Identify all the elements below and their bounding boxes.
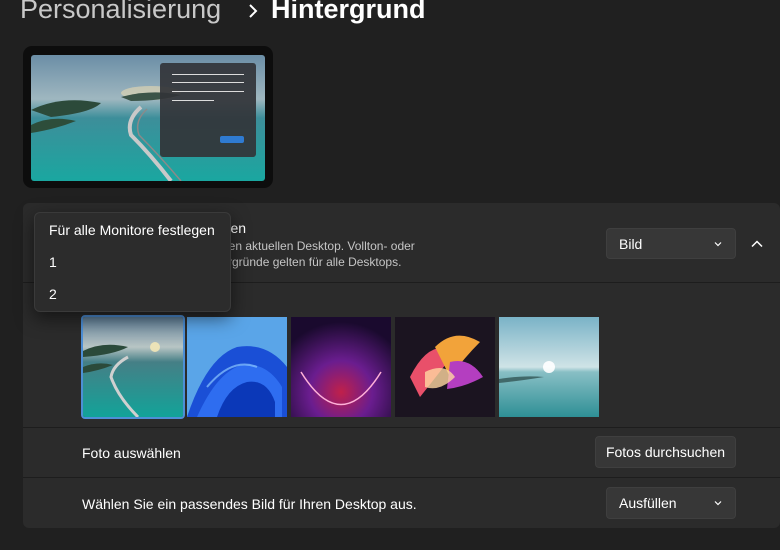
monitor-context-menu: Für alle Monitore festlegen 1 2 — [34, 212, 231, 312]
menu-item-all-monitors[interactable]: Für alle Monitore festlegen — [49, 222, 215, 238]
chevron-down-icon — [714, 501, 722, 506]
chevron-down-icon — [714, 241, 722, 246]
collapse-button[interactable] — [745, 232, 769, 256]
page-title: Hintergrund — [271, 0, 426, 24]
wallpaper-thumbnail-bridge[interactable] — [81, 315, 185, 419]
wallpaper-thumbnail-blue-bloom[interactable] — [187, 317, 287, 417]
wallpaper-thumbnail-purple-glow[interactable] — [291, 317, 391, 417]
background-type-dropdown[interactable]: Bild — [606, 228, 736, 259]
divider — [23, 477, 780, 478]
wallpaper-thumbnail-sea[interactable] — [499, 317, 599, 417]
dropdown-value: Ausfüllen — [619, 495, 677, 511]
fit-dropdown[interactable]: Ausfüllen — [606, 487, 736, 519]
fit-label: Wählen Sie ein passendes Bild für Ihren … — [82, 496, 417, 512]
menu-item-monitor-2[interactable]: 2 — [49, 286, 57, 302]
breadcrumb-parent[interactable]: Personalisierung — [20, 0, 221, 25]
choose-photo-label: Foto auswählen — [82, 445, 181, 461]
preview-line — [172, 100, 214, 101]
chevron-up-icon — [751, 240, 763, 248]
browse-photos-button[interactable]: Fotos durchsuchen — [595, 436, 736, 468]
chevron-right-icon — [249, 4, 258, 18]
preview-line — [172, 74, 244, 75]
dropdown-value: Bild — [619, 235, 643, 252]
divider — [23, 427, 780, 428]
setting-description: hren aktuellen Desktop. Vollton- oder te… — [218, 239, 415, 269]
wallpaper-thumbnail-ribbon[interactable] — [395, 317, 495, 417]
preview-line — [172, 91, 244, 92]
preview-line — [172, 82, 244, 83]
menu-item-monitor-1[interactable]: 1 — [49, 254, 57, 270]
preview-button — [220, 136, 244, 143]
